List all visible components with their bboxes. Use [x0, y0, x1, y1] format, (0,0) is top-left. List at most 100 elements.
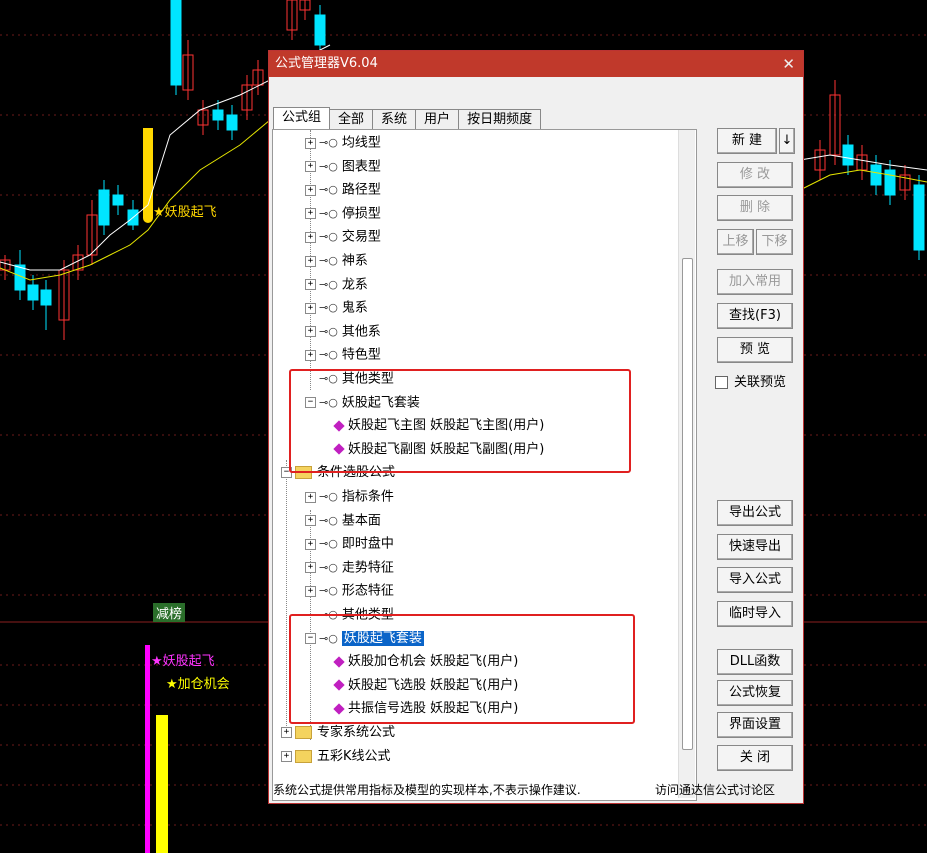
expand-icon[interactable]: +	[305, 161, 316, 173]
tree-item-label: 特色型	[341, 347, 381, 363]
tree-item-label: 专家系统公式	[317, 725, 396, 740]
key-icon: ⊸○	[319, 324, 338, 338]
tree-item[interactable]: + ⊸○ 鬼系	[305, 297, 368, 319]
modify-button[interactable]: 修 改	[717, 162, 793, 188]
expand-icon[interactable]: +	[305, 208, 316, 220]
candle-body	[98, 189, 110, 226]
highlight-box-2	[289, 614, 635, 724]
key-icon: ⊸○	[319, 537, 338, 551]
close-icon[interactable]: ✕	[782, 51, 795, 77]
tree-item[interactable]: + ⊸○ 形态特征	[305, 580, 394, 602]
expand-icon[interactable]: +	[281, 750, 292, 762]
tree-item[interactable]: + ⊸○ 特色型	[305, 344, 381, 366]
new-button[interactable]: 新 建	[717, 128, 777, 154]
tree-item[interactable]: + ⊸○ 路径型	[305, 179, 381, 201]
expand-icon[interactable]: +	[305, 279, 316, 291]
tree-item-label: 交易型	[341, 229, 381, 245]
move-down-button[interactable]: 下移	[756, 229, 793, 255]
candle-body	[170, 0, 182, 86]
tree-item[interactable]: + ⊸○ 走势特征	[305, 557, 394, 579]
expand-icon[interactable]: +	[305, 137, 316, 149]
tree-scrollbar[interactable]	[678, 130, 695, 798]
expand-icon[interactable]: +	[305, 231, 316, 243]
key-icon: ⊸○	[319, 183, 338, 197]
candle-body	[226, 114, 238, 131]
folder-icon	[295, 726, 312, 739]
tree-item[interactable]: + ⊸○ 停损型	[305, 203, 381, 225]
tree-guide-line	[286, 460, 287, 730]
candle-body	[842, 144, 854, 166]
forum-link[interactable]: 访问通达信公式讨论区	[655, 781, 775, 798]
tree-item-label: 龙系	[341, 277, 368, 293]
expand-icon[interactable]: +	[305, 349, 316, 361]
export-formula-button[interactable]: 导出公式	[717, 500, 793, 526]
expand-icon[interactable]: +	[305, 255, 316, 267]
tree-item-label: 鬼系	[341, 300, 368, 316]
tree-item[interactable]: + ⊸○ 指标条件	[305, 486, 394, 508]
expand-icon[interactable]: +	[305, 302, 316, 314]
expand-icon[interactable]: +	[305, 491, 316, 503]
expand-icon[interactable]: +	[281, 727, 292, 738]
link-preview-label: 关联预览	[734, 375, 787, 390]
add-common-button[interactable]: 加入常用	[717, 269, 793, 295]
tab-by-date-frequency[interactable]: 按日期频度	[458, 109, 542, 130]
tree-item[interactable]: + ⊸○ 图表型	[305, 156, 381, 178]
candle-body	[884, 169, 896, 196]
ma-line-yellow	[799, 169, 927, 191]
key-icon: ⊸○	[319, 159, 338, 173]
signal-marker	[143, 213, 153, 223]
tree-item[interactable]: + ⊸○ 基本面	[305, 510, 381, 532]
expand-icon[interactable]: +	[305, 326, 316, 338]
candle-body	[212, 109, 224, 121]
checkbox-box[interactable]	[715, 376, 728, 389]
quick-export-button[interactable]: 快速导出	[717, 534, 793, 560]
tree-item[interactable]: + ⊸○ 交易型	[305, 226, 381, 248]
tree-item[interactable]: + 五彩K线公式	[281, 746, 391, 768]
tab-system[interactable]: 系统	[372, 109, 417, 130]
tree-item-label: 均线型	[341, 135, 381, 151]
top-signal-label: ★妖股起飞	[153, 205, 217, 220]
tree-item[interactable]: + ⊸○ 即时盘中	[305, 533, 394, 555]
candle-body	[40, 289, 52, 306]
find-button[interactable]: 查找(F3)	[717, 303, 793, 329]
tab-bar: 公式组 全部 系统 用户 按日期频度	[273, 107, 542, 130]
dll-function-button[interactable]: DLL函数	[717, 649, 793, 675]
ma-line-white	[799, 154, 927, 171]
expand-icon[interactable]: +	[305, 562, 316, 574]
key-icon: ⊸○	[319, 277, 338, 291]
tree-item[interactable]: + ⊸○ 龙系	[305, 274, 368, 296]
preview-button[interactable]: 预 览	[717, 337, 793, 363]
tree-item[interactable]: + ⊸○ 均线型	[305, 132, 381, 154]
tab-all[interactable]: 全部	[329, 109, 374, 130]
tree-item-label: 基本面	[341, 513, 381, 529]
tree-item-label: 走势特征	[341, 560, 394, 576]
expand-icon[interactable]: +	[305, 184, 316, 196]
indicator-tab-label[interactable]: 减榜	[153, 603, 186, 622]
scrollbar-thumb[interactable]	[682, 258, 693, 750]
ui-settings-button[interactable]: 界面设置	[717, 712, 793, 738]
link-preview-checkbox[interactable]: 关联预览	[715, 371, 786, 390]
tree-item-label: 即时盘中	[341, 536, 394, 552]
temp-import-button[interactable]: 临时导入	[717, 601, 793, 627]
close-button[interactable]: 关 闭	[717, 745, 793, 771]
import-formula-button[interactable]: 导入公式	[717, 567, 793, 593]
tab-formula-group[interactable]: 公式组	[273, 107, 331, 130]
tree-item-label: 形态特征	[341, 583, 394, 599]
tree-item[interactable]: + 专家系统公式	[281, 722, 395, 744]
expand-icon[interactable]: +	[305, 585, 316, 597]
key-icon: ⊸○	[319, 206, 338, 220]
new-dropdown-button[interactable]: ↓	[779, 128, 795, 154]
key-icon: ⊸○	[319, 490, 338, 503]
tab-user[interactable]: 用户	[415, 109, 460, 130]
tree-item[interactable]: + ⊸○ 神系	[305, 250, 368, 272]
move-up-button[interactable]: 上移	[717, 229, 754, 255]
tree-item[interactable]: + ⊸○ 其他系	[305, 321, 381, 343]
candle-body	[314, 14, 326, 46]
expand-icon[interactable]: +	[305, 515, 316, 527]
key-icon: ⊸○	[319, 348, 338, 362]
expand-icon[interactable]: +	[305, 538, 316, 550]
delete-button[interactable]: 删 除	[717, 195, 793, 221]
highlight-box-1	[289, 369, 631, 473]
formula-restore-button[interactable]: 公式恢复	[717, 680, 793, 706]
indicator-bar-magenta	[145, 645, 150, 853]
